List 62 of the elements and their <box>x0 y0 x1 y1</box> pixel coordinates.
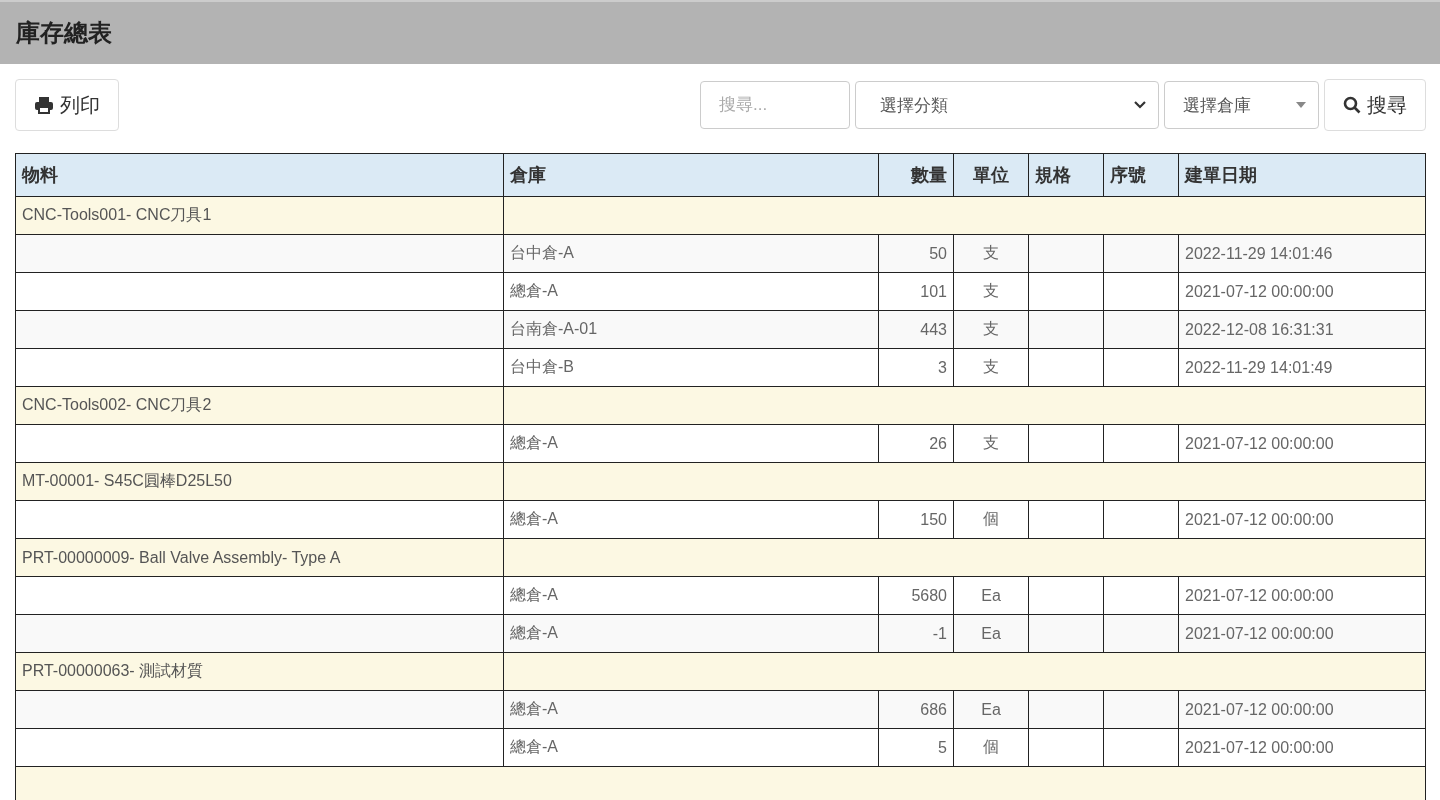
warehouse-cell: 台中倉-B <box>503 348 879 387</box>
quantity-cell: 443 <box>878 310 954 349</box>
column-header: 序號 <box>1103 153 1179 197</box>
warehouse-cell: 總倉-A <box>503 728 879 767</box>
quantity-cell: 50 <box>878 234 954 273</box>
search-icon <box>1343 96 1361 114</box>
date-cell: 2021-07-12 00:00:00 <box>1178 576 1426 615</box>
quantity-cell: 5680 <box>878 576 954 615</box>
material-cell: MT-00001- S45C圓棒D25L50 <box>15 462 504 501</box>
unit-cell: 支 <box>953 348 1029 387</box>
chevron-down-icon <box>1134 101 1146 109</box>
date-cell: 2021-07-12 00:00:00 <box>1178 424 1426 463</box>
quantity-cell: 686 <box>878 690 954 729</box>
quantity-cell: -1 <box>878 614 954 653</box>
page-title: 庫存總表 <box>16 18 112 48</box>
warehouse-cell: 總倉-A <box>503 500 879 539</box>
unit-cell: 支 <box>953 424 1029 463</box>
unit-cell: 個 <box>953 500 1029 539</box>
date-cell: 2021-07-12 00:00:00 <box>1178 272 1426 311</box>
warehouse-cell: 總倉-A <box>503 614 879 653</box>
date-cell: 2022-11-29 14:01:46 <box>1178 234 1426 273</box>
warehouse-cell: 台中倉-A <box>503 234 879 273</box>
search-button[interactable]: 搜尋 <box>1324 79 1426 131</box>
warehouse-cell: 台南倉-A-01 <box>503 310 879 349</box>
print-button[interactable]: 列印 <box>15 79 119 131</box>
date-cell: 2021-07-12 00:00:00 <box>1178 728 1426 767</box>
unit-cell: Ea <box>953 614 1029 653</box>
unit-cell: Ea <box>953 576 1029 615</box>
quantity-cell: 150 <box>878 500 954 539</box>
material-cell: PRT-00000009- Ball Valve Assembly- Type A <box>15 538 504 577</box>
unit-cell: 支 <box>953 272 1029 311</box>
column-header: 物料 <box>15 153 504 197</box>
date-cell: 2022-11-29 14:01:49 <box>1178 348 1426 387</box>
date-cell: 2021-07-12 00:00:00 <box>1178 614 1426 653</box>
warehouse-cell: 總倉-A <box>503 272 879 311</box>
search-field[interactable]: 搜尋... <box>700 81 850 129</box>
quantity-cell: 26 <box>878 424 954 463</box>
warehouse-cell: 總倉-A <box>503 576 879 615</box>
column-header: 倉庫 <box>503 153 879 197</box>
column-header: 規格 <box>1028 153 1104 197</box>
material-cell: CNC-Tools002- CNC刀具2 <box>15 386 504 425</box>
unit-cell: 支 <box>953 310 1029 349</box>
unit-cell: 支 <box>953 234 1029 273</box>
quantity-cell: 5 <box>878 728 954 767</box>
column-header: 建單日期 <box>1178 153 1426 197</box>
column-header: 數量 <box>878 153 954 197</box>
warehouse-select[interactable]: 選擇倉庫 <box>1164 81 1319 129</box>
quantity-cell: 101 <box>878 272 954 311</box>
triangle-down-icon <box>1296 102 1306 108</box>
unit-cell: 個 <box>953 728 1029 767</box>
date-cell: 2021-07-12 00:00:00 <box>1178 500 1426 539</box>
material-cell: CNC-Tools001- CNC刀具1 <box>15 196 504 235</box>
date-cell: 2021-07-12 00:00:00 <box>1178 690 1426 729</box>
category-select[interactable]: 選擇分類 <box>855 81 1159 129</box>
warehouse-cell: 總倉-A <box>503 424 879 463</box>
date-cell: 2022-12-08 16:31:31 <box>1178 310 1426 349</box>
printer-icon <box>34 96 54 114</box>
column-header: 單位 <box>953 153 1029 197</box>
material-cell: PRT-00000063- 測試材質 <box>15 652 504 691</box>
unit-cell: Ea <box>953 690 1029 729</box>
quantity-cell: 3 <box>878 348 954 387</box>
warehouse-cell: 總倉-A <box>503 690 879 729</box>
